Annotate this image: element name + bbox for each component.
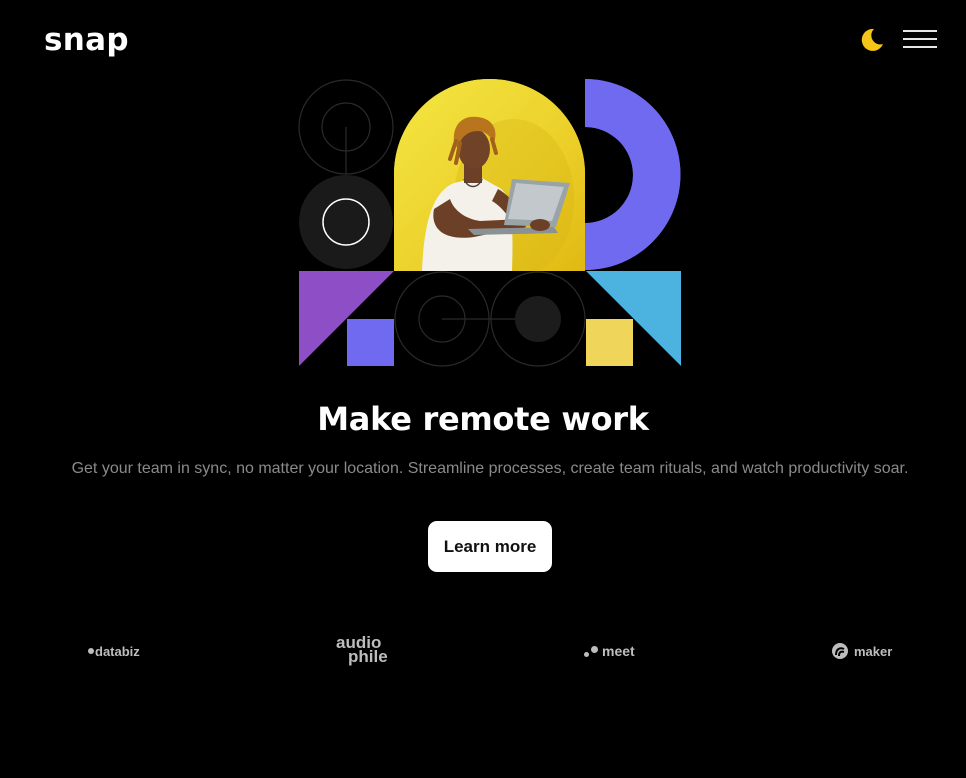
menu-line-icon [903, 38, 937, 40]
client-logo-databiz: databiz [88, 636, 140, 666]
landing-page: snap Make remote work Get your team in s… [0, 0, 966, 778]
client-logo-meet: meet [584, 636, 635, 666]
hero-subtext: Get your team in sync, no matter your lo… [71, 460, 909, 477]
brand-logo[interactable]: snap [44, 22, 129, 58]
client-logo-audiophile: audio phile [336, 634, 388, 666]
moon-icon [861, 28, 883, 51]
meet-small-dot-icon [584, 651, 589, 657]
learn-more-button[interactable]: Learn more [428, 521, 552, 572]
menu-line-icon [903, 30, 937, 32]
client-name: databiz [95, 643, 140, 659]
client-name: maker [854, 643, 893, 659]
client-logo-maker: maker [831, 636, 892, 666]
databiz-dot-icon [88, 648, 94, 654]
hero-illustration [298, 79, 682, 367]
hamburger-menu-button[interactable] [903, 30, 937, 48]
meet-large-dot-icon [591, 645, 598, 653]
hero-photo [394, 79, 585, 271]
maker-mark-icon [832, 643, 848, 659]
client-name-line2: phile [348, 647, 388, 666]
hero-headline: Make remote work [317, 400, 649, 438]
menu-line-icon [903, 46, 937, 48]
theme-toggle-button[interactable] [860, 27, 884, 51]
person-with-laptop-illustration [394, 79, 585, 271]
client-name: meet [602, 643, 635, 659]
